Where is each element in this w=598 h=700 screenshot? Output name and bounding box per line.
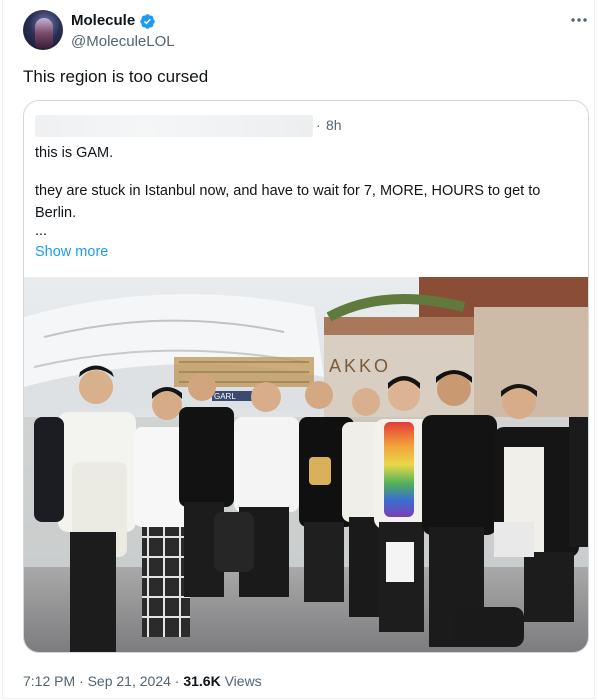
quote-text-line: Berlin. (35, 205, 77, 221)
tweet-card: Molecule @MoleculeLOL This region is too… (2, 0, 595, 699)
author-handle[interactable]: @MoleculeLOL (71, 33, 175, 50)
quote-timestamp[interactable]: 8h (326, 117, 342, 133)
show-more-link[interactable]: Show more (35, 244, 108, 260)
avatar[interactable] (23, 10, 63, 50)
tweet-time[interactable]: 7:12 PM (23, 673, 75, 689)
verified-badge-icon (140, 14, 155, 29)
quote-text-line: ... (35, 223, 48, 239)
meta-separator: · (79, 673, 84, 689)
tweet-meta: 7:12 PM · Sep 21, 2024 · 31.6K Views (23, 673, 262, 689)
gate-sign: GARL (214, 392, 236, 401)
meta-separator: · (174, 673, 180, 689)
redacted-author (35, 115, 313, 137)
author-display-name[interactable]: Molecule (71, 12, 135, 29)
more-options-icon[interactable] (569, 12, 589, 28)
store-sign: AKKO (329, 356, 391, 376)
views-label: Views (224, 673, 262, 689)
views-count[interactable]: 31.6K (183, 673, 220, 689)
quoted-tweet[interactable]: · 8h this is GAM. they are stuck in Ista… (23, 100, 589, 653)
quote-text-line: this is GAM. (35, 145, 114, 161)
quote-photo[interactable]: AKKO GARL (24, 277, 588, 652)
quote-text-line: they are stuck in Istanbul now, and have… (35, 183, 541, 199)
tweet-text: This region is too cursed (23, 67, 209, 86)
tweet-date[interactable]: Sep 21, 2024 (88, 673, 171, 689)
quote-separator: · (316, 117, 321, 133)
